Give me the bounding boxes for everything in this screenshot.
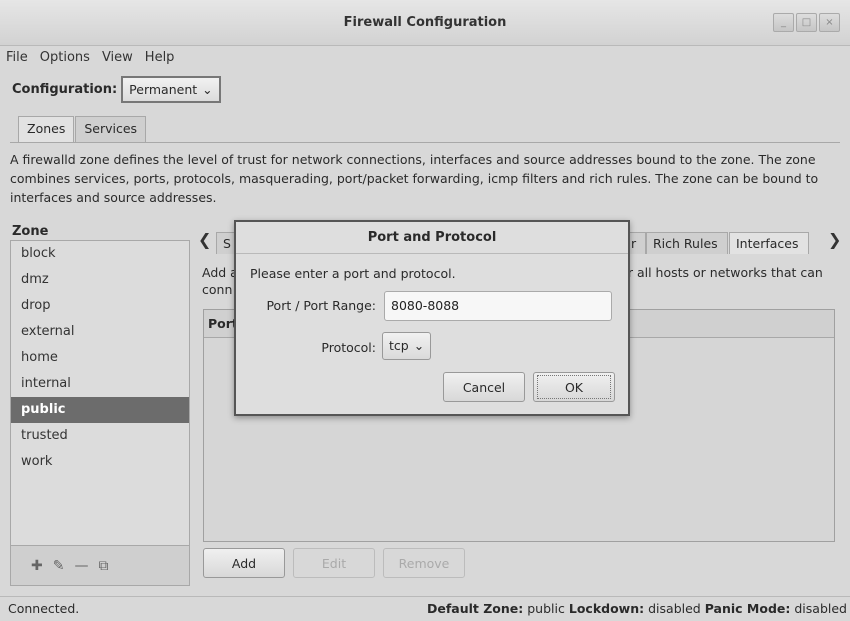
dialog-title: Port and Protocol — [367, 230, 497, 245]
chevron-left-icon[interactable]: ❮ — [198, 230, 211, 249]
tab-services[interactable]: Services — [75, 116, 147, 142]
menu-file[interactable]: File — [0, 46, 34, 72]
chevron-down-icon: ⌄ — [202, 81, 213, 97]
remove-button[interactable]: Remove — [383, 548, 465, 578]
protocol-select[interactable]: tcp ⌄ — [382, 332, 432, 360]
cancel-button[interactable]: Cancel — [443, 372, 525, 402]
tab-divider — [10, 142, 840, 143]
zone-item-block[interactable]: block — [11, 241, 189, 267]
configuration-value: Permanent — [129, 81, 198, 97]
zone-item-public[interactable]: public — [11, 397, 189, 423]
zone-toolbar: ✚ ✎ — ⧉ — [10, 546, 190, 586]
tab-services-zone[interactable]: S — [216, 232, 236, 254]
zone-item-home[interactable]: home — [11, 345, 189, 371]
dialog-divider — [236, 253, 628, 254]
window-controls: _ □ × — [773, 13, 840, 32]
lockdown-value: disabled — [648, 601, 701, 616]
dialog-prompt: Please enter a port and protocol. — [250, 266, 456, 281]
menu-options[interactable]: Options — [34, 46, 96, 72]
tab-interfaces[interactable]: Interfaces — [729, 232, 809, 254]
title-bar: Firewall Configuration _ □ × — [0, 0, 850, 46]
main-tabs: Zones Services — [18, 116, 147, 142]
edit-button[interactable]: Edit — [293, 548, 375, 578]
ok-button[interactable]: OK — [533, 372, 615, 402]
configuration-select[interactable]: Permanent ⌄ — [121, 75, 221, 103]
menu-help[interactable]: Help — [139, 46, 181, 72]
panic-mode-label: Panic Mode: — [704, 601, 791, 616]
protocol-value: tcp — [389, 338, 409, 353]
load-defaults-icon[interactable]: ⧉ — [98, 558, 108, 574]
remove-zone-icon[interactable]: — — [74, 558, 88, 574]
zone-item-work[interactable]: work — [11, 449, 189, 475]
port-input[interactable]: 8080-8088 — [384, 291, 612, 321]
configuration-row: Configuration: Permanent ⌄ — [12, 72, 221, 106]
configuration-label: Configuration: — [12, 81, 118, 97]
close-button[interactable]: × — [819, 13, 840, 32]
connection-status: Connected. — [8, 601, 80, 616]
tab-rich-rules[interactable]: Rich Rules — [646, 232, 728, 254]
edit-zone-icon[interactable]: ✎ — [53, 558, 65, 574]
ports-desc-right: r all hosts or networks that can — [627, 265, 823, 280]
add-zone-icon[interactable]: ✚ — [31, 558, 43, 574]
zone-header: Zone — [12, 224, 49, 239]
default-zone-value: public — [527, 601, 565, 616]
ports-buttons: Add Edit Remove — [203, 548, 465, 578]
zone-description: A firewalld zone defines the level of tr… — [10, 152, 819, 205]
zone-item-trusted[interactable]: trusted — [11, 423, 189, 449]
zone-list[interactable]: block dmz drop external home internal pu… — [10, 240, 190, 546]
maximize-button[interactable]: □ — [796, 13, 817, 32]
zone-item-drop[interactable]: drop — [11, 293, 189, 319]
zone-item-external[interactable]: external — [11, 319, 189, 345]
port-label: Port / Port Range: — [266, 298, 376, 313]
default-zone-label: Default Zone: — [427, 601, 524, 616]
lockdown-label: Lockdown: — [568, 601, 645, 616]
minimize-button[interactable]: _ — [773, 13, 794, 32]
panic-mode-value: disabled — [794, 601, 847, 616]
status-bar: Connected. Default Zone: public Lockdown… — [0, 596, 850, 620]
menu-bar: File Options View Help — [0, 46, 850, 72]
menu-view[interactable]: View — [96, 46, 139, 72]
window-title: Firewall Configuration — [343, 15, 507, 30]
ok-label: OK — [537, 375, 611, 399]
chevron-right-icon[interactable]: ❯ — [828, 230, 841, 249]
status-summary: Default Zone: public Lockdown: disabled … — [427, 597, 847, 621]
protocol-label: Protocol: — [321, 340, 376, 355]
zone-item-internal[interactable]: internal — [11, 371, 189, 397]
chevron-down-icon: ⌄ — [413, 338, 425, 353]
tab-zones[interactable]: Zones — [18, 116, 75, 142]
add-button[interactable]: Add — [203, 548, 285, 578]
ports-desc-left: Add a — [202, 265, 238, 280]
port-protocol-dialog: Port and Protocol Please enter a port an… — [234, 220, 630, 416]
zone-item-dmz[interactable]: dmz — [11, 267, 189, 293]
